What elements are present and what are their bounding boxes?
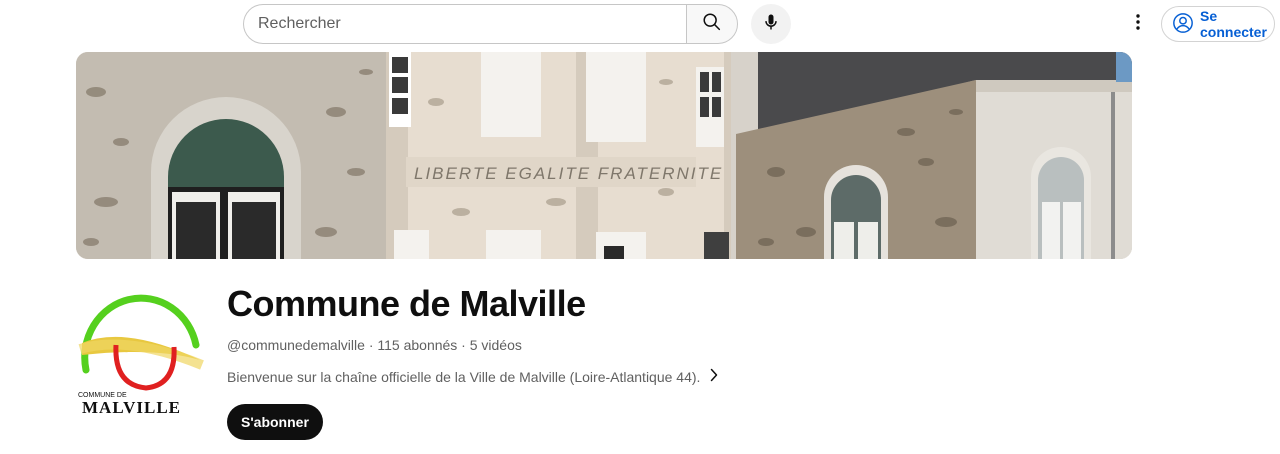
search-bar <box>243 4 738 44</box>
malville-logo: COMMUNE DE MALVILLE <box>78 294 204 417</box>
channel-name: Commune de Malville <box>227 283 586 324</box>
subscribe-button[interactable]: S'abonner <box>227 404 323 440</box>
chevron-right-icon <box>710 368 718 385</box>
sign-in-label: Se connecter <box>1200 8 1267 40</box>
logo-text-main: MALVILLE <box>82 398 181 417</box>
channel-description[interactable]: Bienvenue sur la chaîne officielle de la… <box>227 368 718 385</box>
channel-avatar: COMMUNE DE MALVILLE <box>76 285 204 445</box>
channel-banner: LIBERTE EGALITE FRATERNITE <box>76 52 1132 259</box>
banner-illustration: LIBERTE EGALITE FRATERNITE <box>76 52 1132 259</box>
search-button[interactable] <box>686 4 738 44</box>
search-input-wrapper[interactable] <box>243 4 686 44</box>
channel-description-text: Bienvenue sur la chaîne officielle de la… <box>227 368 701 385</box>
sign-in-button[interactable]: Se connecter <box>1161 6 1275 42</box>
voice-search-button[interactable] <box>751 4 791 44</box>
banner-motto: LIBERTE EGALITE FRATERNITE <box>414 164 723 183</box>
more-options-button[interactable] <box>1122 6 1154 42</box>
more-vertical-icon <box>1135 13 1141 36</box>
search-icon <box>701 11 723 38</box>
search-input[interactable] <box>258 15 686 33</box>
microphone-icon <box>761 11 781 38</box>
account-circle-icon <box>1172 12 1194 37</box>
channel-meta: @communedemalville · 115 abonnés · 5 vid… <box>227 337 522 353</box>
